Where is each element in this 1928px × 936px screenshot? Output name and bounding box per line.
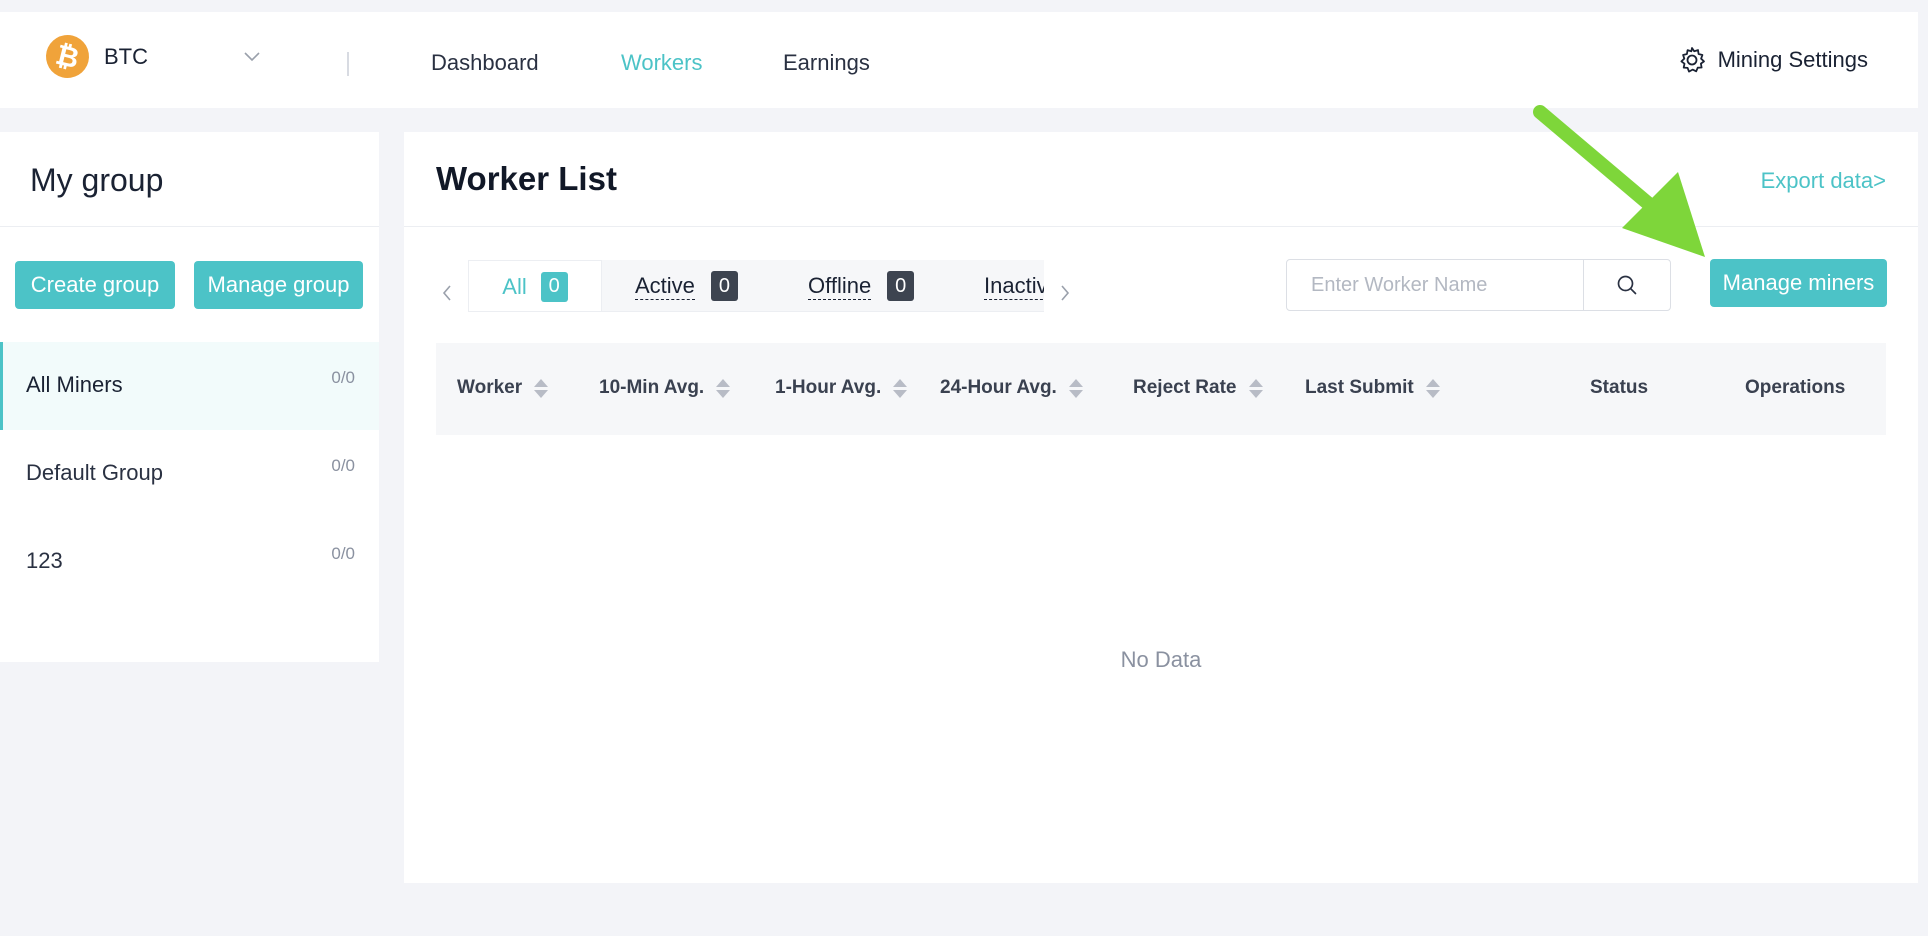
mining-settings-button[interactable]: Mining Settings	[1678, 46, 1868, 74]
gear-icon	[1680, 47, 1705, 73]
tabs-track: All 0 Active 0 Offline 0 Inactiv	[468, 260, 1044, 312]
manage-group-button[interactable]: Manage group	[194, 261, 363, 309]
group-item-all-miners[interactable]: All Miners 0/0	[0, 342, 379, 430]
coin-selector[interactable]: ₿ BTC	[41, 30, 148, 83]
column-10-min-avg[interactable]: 10-Min Avg.	[599, 377, 731, 399]
search-icon	[1617, 275, 1637, 295]
worker-list-panel: Worker List Export data> All 0 Active 0 …	[404, 132, 1918, 883]
column-status: Status	[1590, 377, 1648, 399]
tab-count-badge: 0	[540, 271, 568, 302]
column-label: Last Submit	[1305, 377, 1414, 398]
sort-icon[interactable]	[1068, 378, 1083, 398]
worker-search	[1286, 259, 1671, 311]
group-item-default-group[interactable]: Default Group 0/0	[0, 430, 379, 518]
empty-state: No Data	[1120, 647, 1202, 672]
group-label: All Miners	[26, 372, 123, 397]
tab-all[interactable]: All 0	[468, 260, 602, 311]
table-header: Worker 10-Min Avg. 1-Hour Avg. 24-Hour A…	[436, 343, 1886, 435]
column-label: Status	[1590, 377, 1649, 398]
sort-icon[interactable]	[716, 378, 731, 398]
manage-miners-button[interactable]: Manage miners	[1710, 259, 1887, 307]
column-label: 24-Hour Avg.	[940, 377, 1057, 398]
chevron-left-icon[interactable]	[442, 284, 452, 302]
group-label: 123	[26, 548, 63, 573]
tab-label: Offline	[808, 272, 872, 300]
group-label: Default Group	[26, 460, 163, 485]
nav-dashboard[interactable]: Dashboard	[431, 50, 539, 76]
column-worker[interactable]: Worker	[457, 377, 549, 399]
group-item-123[interactable]: 123 0/0	[0, 518, 379, 606]
group-count: 0/0	[331, 456, 355, 475]
top-nav: ₿ BTC Dashboard Workers Earnings Mining …	[0, 12, 1918, 108]
group-sidebar: My group Create group Manage group All M…	[0, 132, 379, 662]
sort-icon[interactable]	[1425, 378, 1440, 398]
column-last-submit[interactable]: Last Submit	[1305, 377, 1440, 399]
create-group-button[interactable]: Create group	[15, 261, 175, 309]
nav-divider	[347, 52, 349, 76]
column-label: Worker	[457, 377, 523, 398]
status-tabs: All 0 Active 0 Offline 0 Inactiv	[436, 260, 1070, 316]
chevron-right-icon[interactable]	[1060, 284, 1070, 302]
divider	[404, 226, 1918, 227]
coin-name: BTC	[104, 43, 148, 69]
column-1-hour-avg[interactable]: 1-Hour Avg.	[775, 377, 908, 399]
nav-workers[interactable]: Workers	[621, 50, 703, 76]
tab-inactive[interactable]: Inactiv	[984, 260, 1044, 311]
column-label: Reject Rate	[1133, 377, 1237, 398]
column-label: Operations	[1745, 377, 1846, 398]
mining-settings-label: Mining Settings	[1717, 47, 1868, 72]
tab-count-badge: 0	[887, 271, 915, 301]
tab-offline[interactable]: Offline 0	[808, 260, 915, 311]
page-title: Worker List	[436, 160, 617, 197]
search-input[interactable]	[1287, 260, 1583, 310]
tab-label: Active	[635, 272, 695, 300]
sort-icon[interactable]	[1248, 378, 1263, 398]
bitcoin-icon: ₿	[41, 30, 94, 83]
group-count: 0/0	[331, 544, 355, 563]
column-reject-rate[interactable]: Reject Rate	[1133, 377, 1263, 399]
column-24-hour-avg[interactable]: 24-Hour Avg.	[940, 377, 1083, 399]
tab-label: All	[502, 273, 527, 299]
sort-icon[interactable]	[893, 378, 908, 398]
search-button[interactable]	[1583, 260, 1670, 310]
sort-icon[interactable]	[534, 378, 549, 398]
column-label: 10-Min Avg.	[599, 377, 705, 398]
column-label: 1-Hour Avg.	[775, 377, 882, 398]
nav-earnings[interactable]: Earnings	[783, 50, 870, 76]
tab-count-badge: 0	[710, 271, 738, 301]
export-data-link[interactable]: Export data>	[1761, 168, 1886, 194]
chevron-down-icon[interactable]	[244, 52, 260, 62]
group-count: 0/0	[331, 368, 355, 387]
tab-active[interactable]: Active 0	[635, 260, 738, 311]
column-operations: Operations	[1745, 377, 1845, 399]
sidebar-title: My group	[30, 162, 164, 198]
divider	[0, 226, 379, 227]
tab-label: Inactiv	[984, 273, 1044, 300]
